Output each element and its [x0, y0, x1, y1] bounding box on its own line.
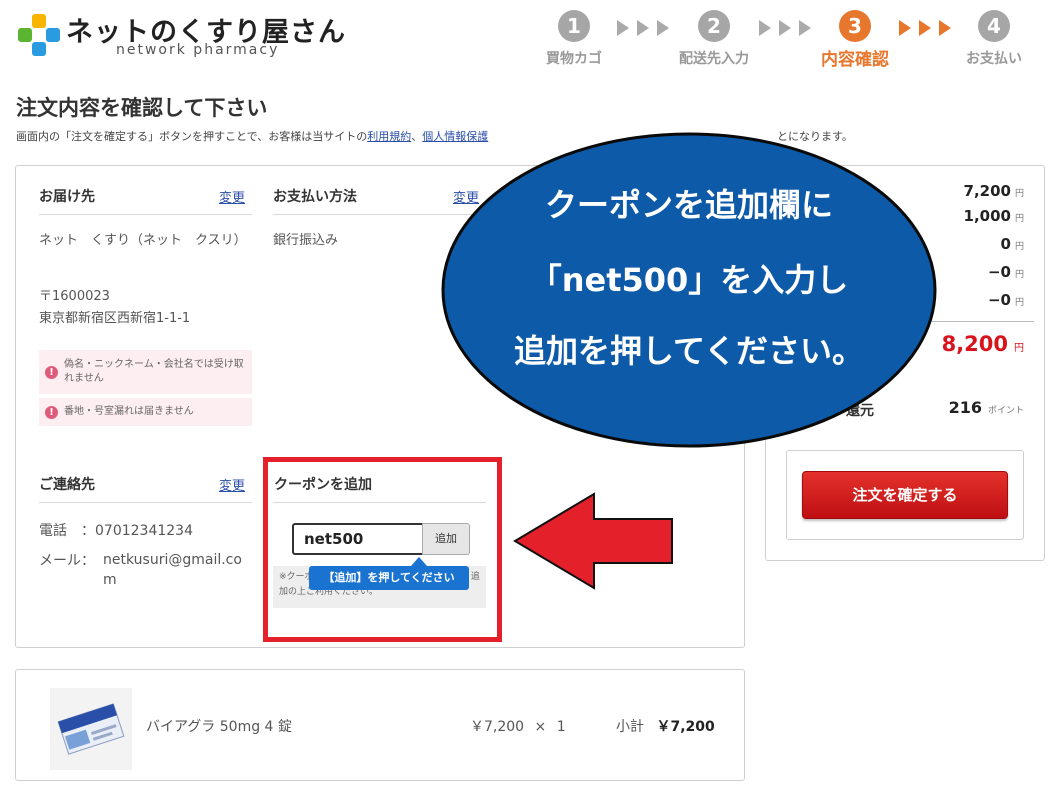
delivery-warning: ! 偽名・ニックネーム・会社名では受け取れません — [39, 350, 252, 394]
warning-text: 偽名・ニックネーム・会社名では受け取れません — [64, 359, 244, 384]
step-number: 1 — [558, 10, 590, 42]
points-value: 216 — [948, 398, 982, 417]
coupon-add-button[interactable]: 追加 — [422, 523, 470, 555]
total-unit: 円 — [1014, 343, 1024, 354]
times-sign: × — [534, 719, 547, 735]
product-image[interactable] — [50, 688, 132, 770]
product-qty: 1 — [556, 719, 566, 735]
page-title: 注文内容を確認して下さい — [16, 96, 268, 120]
confirm-order-button[interactable]: 注文を確定する — [802, 471, 1008, 519]
coupon-input[interactable] — [292, 523, 424, 555]
product-box-label: VIAGRA — [22, 772, 23, 773]
step-label: お支払い — [966, 51, 1022, 67]
product-price-row: ￥7,200 × 1 — [470, 716, 566, 738]
delivery-title: お届け先 — [39, 189, 95, 205]
divider — [39, 502, 252, 503]
contact-title: ご連絡先 — [39, 477, 95, 493]
yen-unit: 円 — [1014, 189, 1024, 199]
desc-text: 画面内の「注文を確定する」ボタンを押すことで、お客様は当サイトの — [16, 130, 368, 143]
tooltip-pointer — [411, 557, 427, 566]
step-number: 3 — [839, 10, 871, 42]
step-label: 内容確認 — [821, 50, 889, 70]
divider — [273, 502, 486, 503]
info-icon: ! — [45, 365, 58, 379]
contact-phone-row: 電話 ：07012341234 — [39, 520, 193, 542]
step-cart: 1 買物カゴ — [519, 10, 629, 68]
subtotal-label: 小計 — [616, 719, 644, 735]
step-label: 配送先入力 — [679, 51, 749, 67]
step-payment: 4 お支払い — [939, 10, 1049, 68]
callout-line-2: 「net500」を入力し — [529, 261, 849, 299]
coupon-tooltip: 【追加】を押してください — [309, 566, 469, 590]
price-value: −0 — [987, 263, 1011, 281]
subtotal-value: ￥7,200 — [656, 719, 715, 735]
price-value: 1,000 — [963, 207, 1011, 225]
step-confirm: 3 内容確認 — [800, 10, 910, 70]
yen-unit: 円 — [1014, 242, 1024, 252]
info-icon: ! — [45, 405, 58, 419]
step-number: 2 — [698, 10, 730, 42]
divider — [39, 214, 252, 215]
desc-sep: 、 — [411, 130, 423, 143]
terms-link[interactable]: 利用規約 — [367, 130, 411, 143]
product-subtotal-row: 小計 ￥7,200 — [616, 716, 715, 738]
step-label: 買物カゴ — [546, 51, 602, 67]
yen-unit: 円 — [1014, 298, 1024, 308]
yen-unit: 円 — [1014, 214, 1024, 224]
total-value: 8,200 — [941, 332, 1008, 356]
payment-title: お支払い方法 — [273, 189, 357, 205]
phone-label: 電話 ： — [39, 523, 95, 539]
phone-value: 07012341234 — [95, 523, 193, 539]
delivery-address: 東京都新宿区西新宿1-1-1 — [39, 311, 191, 326]
price-value: 0 — [1000, 235, 1011, 253]
delivery-warning: ! 番地・号室漏れは届きません — [39, 398, 252, 426]
red-arrow-icon — [513, 492, 673, 590]
price-value: 7,200 — [963, 182, 1011, 200]
delivery-name: ネット くすり（ネット クスリ） — [39, 233, 247, 248]
mail-value: netkusuri@gmail.com — [103, 552, 242, 588]
logo-cross-icon — [18, 14, 60, 56]
product-unit-price: ￥7,200 — [470, 719, 525, 735]
callout-line-3: 追加を押してください。 — [513, 332, 865, 370]
warning-text: 番地・号室漏れは届きません — [64, 406, 194, 417]
product-name[interactable]: バイアグラ 50mg 4 錠 — [146, 716, 292, 738]
logo-subtitle: network pharmacy — [116, 42, 280, 58]
callout-line-1: クーポンを追加欄に — [544, 186, 833, 224]
points-unit: ポイント — [987, 406, 1024, 416]
step-number: 4 — [978, 10, 1010, 42]
contact-change-link[interactable]: 変更 — [219, 475, 245, 494]
yen-unit: 円 — [1014, 270, 1024, 280]
page-description: 画面内の「注文を確定する」ボタンを押すことで、お客様は当サイトの利用規約、個人情… — [16, 128, 488, 144]
step-shipping: 2 配送先入力 — [659, 10, 769, 68]
payment-method: 銀行振込み — [273, 233, 339, 248]
price-value: −0 — [987, 291, 1011, 309]
delivery-change-link[interactable]: 変更 — [219, 187, 245, 206]
delivery-zip: 〒1600023 — [39, 289, 110, 304]
coupon-title: クーポンを追加 — [274, 477, 372, 493]
